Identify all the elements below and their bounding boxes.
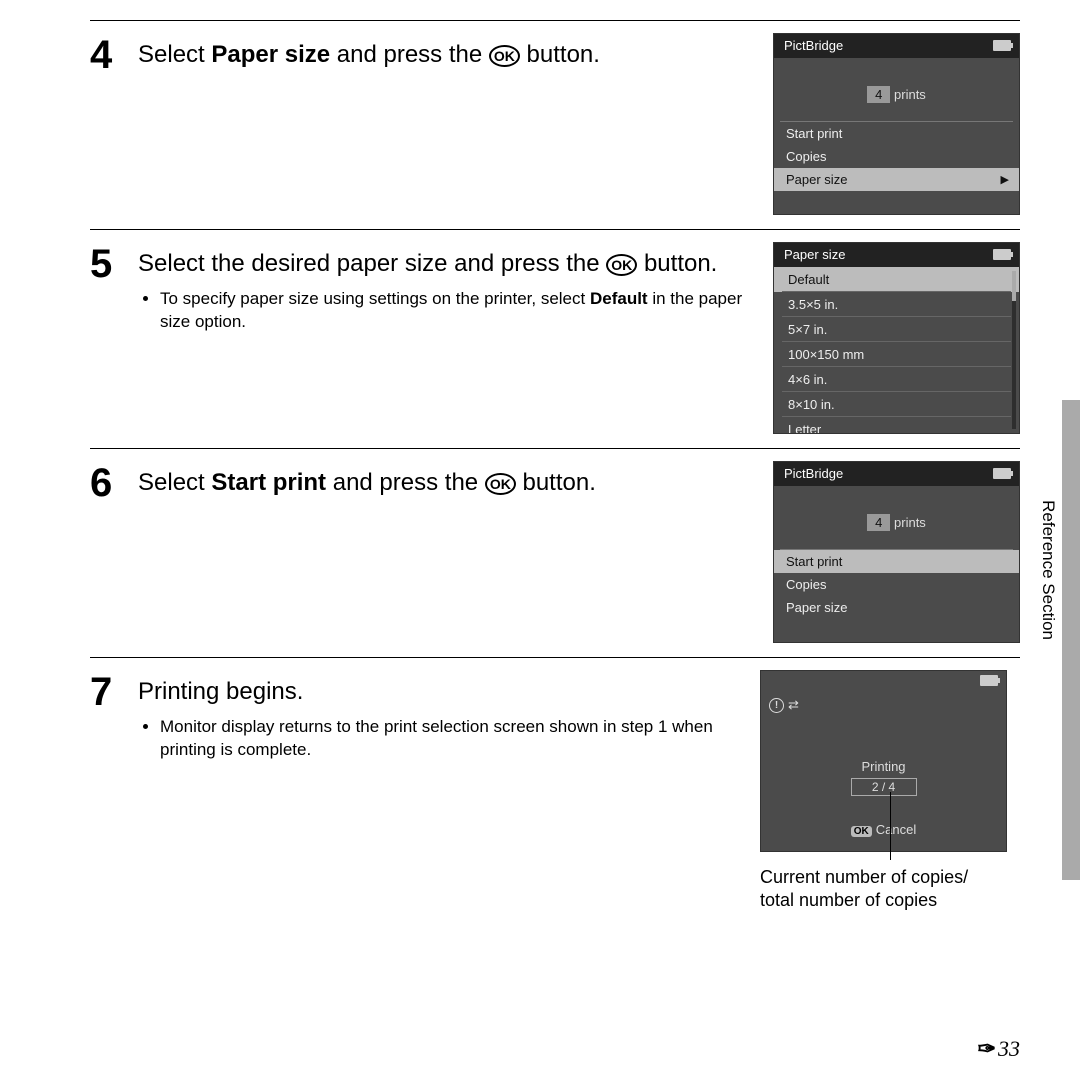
step-number: 4 [90, 33, 138, 215]
step-7: 7 Printing begins. Monitor display retur… [90, 658, 1020, 927]
ok-icon: OK [485, 473, 516, 495]
option-5x7[interactable]: 5×7 in. [774, 317, 1019, 342]
menu-item-paper-size[interactable]: Paper size [774, 596, 1019, 619]
ok-icon: OK [851, 826, 872, 837]
section-label: Reference Section [1038, 500, 1058, 640]
menu-item-paper-size[interactable]: Paper size▶ [774, 168, 1019, 191]
menu-item-copies[interactable]: Copies [774, 573, 1019, 596]
page-number: ✑33 [978, 1036, 1020, 1062]
menu-list: Start print Copies Paper size [774, 550, 1019, 619]
battery-icon [993, 468, 1011, 479]
screen-title: PictBridge [784, 466, 843, 481]
scrollbar[interactable] [1012, 271, 1016, 429]
page-icon: ✑ [978, 1036, 996, 1061]
ok-icon: OK [489, 45, 520, 67]
menu-item-copies[interactable]: Copies [774, 145, 1019, 168]
option-3-5x5[interactable]: 3.5×5 in. [774, 292, 1019, 317]
cancel-row[interactable]: OKCancel [761, 822, 1006, 837]
option-letter[interactable]: Letter [774, 417, 1019, 434]
step-bullets: To specify paper size using settings on … [138, 288, 759, 334]
menu-list: Default 3.5×5 in. 5×7 in. 100×150 mm 4×6… [774, 267, 1019, 434]
section-tab [1062, 400, 1080, 880]
step-number: 7 [90, 670, 138, 913]
option-100x150[interactable]: 100×150 mm [774, 342, 1019, 367]
screen-title: PictBridge [784, 38, 843, 53]
chevron-right-icon: ▶ [1001, 173, 1009, 186]
step-number: 6 [90, 461, 138, 643]
callout-text: Current number of copies/ total number o… [760, 866, 1020, 913]
step-title: Select the desired paper size and press … [138, 248, 759, 280]
printing-progress: 2 / 4 [851, 778, 917, 796]
menu-item-start-print[interactable]: Start print [774, 122, 1019, 145]
prints-label: prints [890, 515, 925, 530]
warning-icon: ! [769, 698, 784, 713]
step-title: Printing begins. [138, 676, 746, 708]
prints-count: 4 [867, 514, 890, 531]
callout-leader [890, 792, 891, 860]
step-title: Select Paper size and press the OK butto… [138, 39, 759, 71]
prints-count: 4 [867, 86, 890, 103]
option-8x10[interactable]: 8×10 in. [774, 392, 1019, 417]
prints-label: prints [890, 87, 925, 102]
screen-title: Paper size [784, 247, 845, 262]
battery-icon [980, 675, 998, 686]
camera-screen-printing: !⇄ Printing 2 / 4 OKCancel [760, 670, 1007, 852]
option-4x6[interactable]: 4×6 in. [774, 367, 1019, 392]
step-6: 6 Select Start print and press the OK bu… [90, 449, 1020, 658]
printing-label: Printing [761, 759, 1006, 774]
transfer-icon: ⇄ [788, 697, 799, 713]
menu-list: Start print Copies Paper size▶ [774, 122, 1019, 191]
battery-icon [993, 249, 1011, 260]
camera-screen-paper-size: Paper size Default 3.5×5 in. 5×7 in. 100… [773, 242, 1020, 434]
ok-icon: OK [606, 254, 637, 276]
camera-screen-pictbridge: PictBridge 4 prints Start print Copies P… [773, 33, 1020, 215]
step-number: 5 [90, 242, 138, 434]
step-bullets: Monitor display returns to the print sel… [138, 716, 746, 762]
menu-item-start-print[interactable]: Start print [774, 550, 1019, 573]
status-icons: !⇄ [761, 691, 1006, 713]
step-title: Select Start print and press the OK butt… [138, 467, 759, 499]
step-4: 4 Select Paper size and press the OK but… [90, 21, 1020, 230]
battery-icon [993, 40, 1011, 51]
camera-screen-pictbridge: PictBridge 4 prints Start print Copies P… [773, 461, 1020, 643]
step-5: 5 Select the desired paper size and pres… [90, 230, 1020, 449]
option-default[interactable]: Default [774, 267, 1019, 292]
